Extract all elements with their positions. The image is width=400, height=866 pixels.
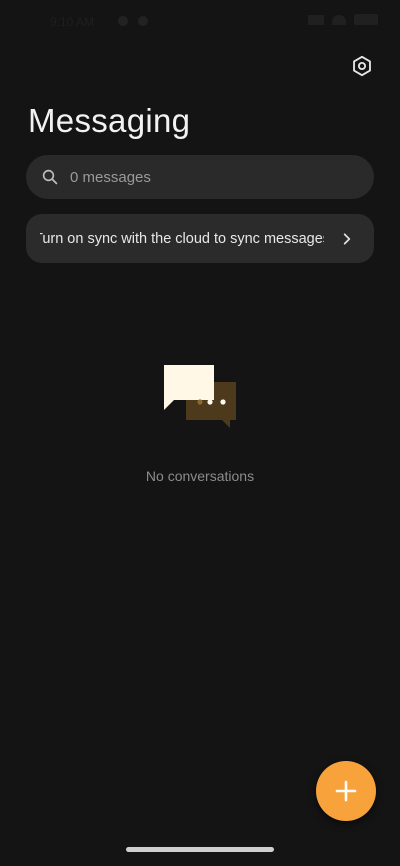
battery-icon (354, 14, 378, 25)
status-notification-icon (118, 16, 128, 26)
status-indicators (308, 14, 378, 25)
sync-banner-text-wrap: Turn on sync with the cloud to sync mess… (40, 230, 324, 248)
home-indicator[interactable] (126, 847, 274, 852)
empty-state-text: No conversations (145, 468, 255, 484)
settings-hexagon-icon (353, 55, 371, 77)
wifi-icon (332, 14, 346, 25)
sync-banner[interactable]: Turn on sync with the cloud to sync mess… (26, 214, 374, 263)
chevron-right-icon[interactable] (330, 222, 364, 256)
sync-banner-text: Turn on sync with the cloud to sync mess… (40, 230, 324, 247)
status-time: 9:10 AM (50, 15, 95, 29)
search-input[interactable] (68, 167, 332, 187)
signal-icon (308, 14, 324, 25)
plus-icon (335, 780, 357, 802)
chat-bubbles-icon (160, 362, 240, 434)
new-conversation-button[interactable] (316, 761, 376, 821)
page-title: Messaging (28, 102, 191, 139)
status-notification-icon (138, 16, 148, 26)
search-icon (40, 167, 60, 187)
search-bar[interactable] (26, 155, 374, 199)
settings-button[interactable] (348, 52, 376, 80)
status-bar: 9:10 AM (0, 0, 400, 44)
